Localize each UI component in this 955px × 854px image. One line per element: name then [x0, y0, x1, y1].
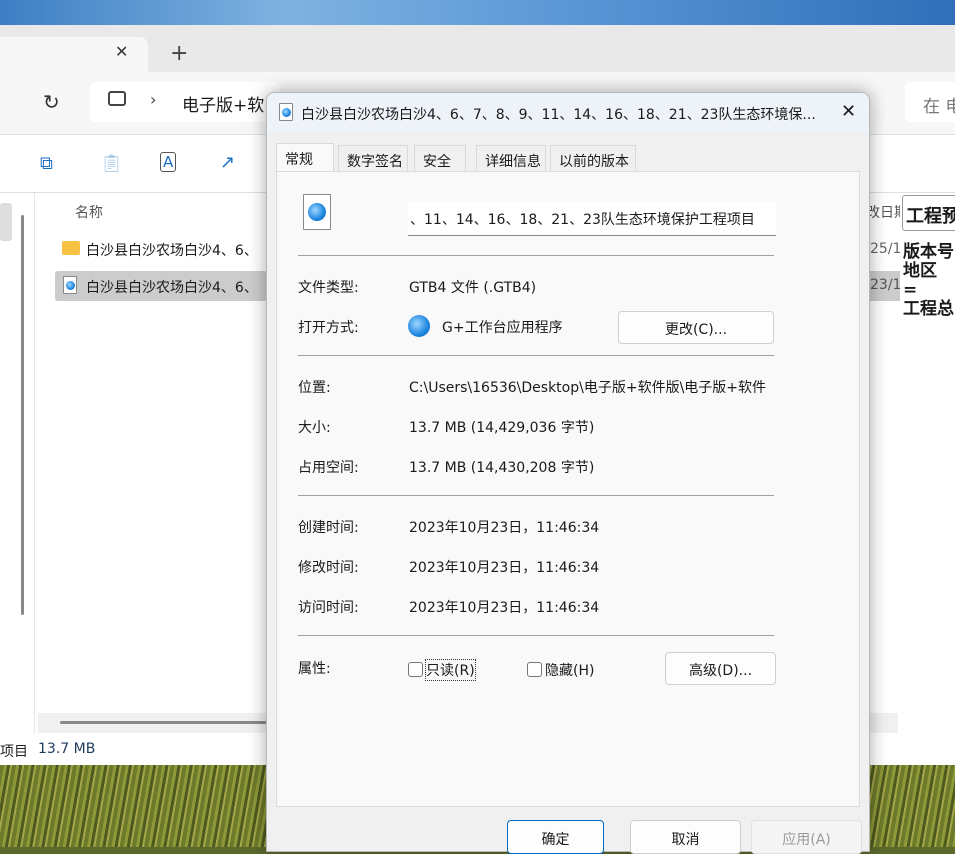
file-date: 25/1	[870, 241, 902, 257]
accessed-label: 访问时间:	[298, 600, 359, 616]
refresh-icon[interactable]: ↻	[43, 90, 60, 114]
size-value: 13.7 MB (14,429,036 字节)	[409, 420, 595, 436]
rename-icon[interactable]: A	[160, 152, 177, 172]
hidden-checkbox[interactable]	[527, 662, 542, 677]
ok-button[interactable]: 确定	[507, 820, 604, 854]
readonly-checkbox[interactable]	[408, 662, 423, 677]
hidden-label[interactable]: 隐藏(H)	[545, 660, 594, 680]
apply-button[interactable]: 应用(A)	[751, 820, 862, 854]
location-label: 位置:	[298, 380, 331, 396]
divider	[298, 255, 774, 256]
file-name: 白沙县白沙农场白沙4、6、	[86, 243, 258, 259]
cancel-button[interactable]: 取消	[630, 820, 741, 854]
modified-value: 2023年10月23日，11:46:34	[409, 560, 600, 576]
dialog-title: 白沙县白沙农场白沙4、6、7、8、9、11、14、16、18、21、23队生态环…	[301, 107, 816, 123]
pane-divider	[34, 193, 35, 733]
dialog-title-bar[interactable]: 白沙县白沙农场白沙4、6、7、8、9、11、14、16、18、21、23队生态环…	[267, 93, 869, 133]
share-icon[interactable]: ↗	[220, 152, 235, 173]
change-button[interactable]: 更改(C)...	[618, 311, 774, 344]
divider	[298, 495, 774, 496]
tab-digital-signature[interactable]: 数字签名	[338, 145, 408, 172]
computer-icon	[108, 91, 126, 106]
size-on-disk-label: 占用空间:	[298, 460, 359, 476]
accessed-value: 2023年10月23日，11:46:34	[409, 600, 600, 616]
breadcrumb-item[interactable]: 电子版+软	[182, 91, 264, 116]
explorer-tab[interactable]: ✕	[0, 37, 148, 73]
nav-pane-selection	[0, 203, 12, 241]
tab-general[interactable]: 常规	[276, 143, 334, 173]
gplus-app-icon	[408, 315, 430, 337]
status-size: 13.7 MB	[38, 741, 96, 757]
tab-previous-versions[interactable]: 以前的版本	[550, 145, 636, 172]
general-panel: 、11、14、16、18、21、23队生态环境保护工程项目 文件类型: GTB4…	[276, 171, 860, 807]
nav-pane-scrollbar[interactable]	[21, 215, 24, 615]
close-tab-icon[interactable]: ✕	[115, 42, 128, 61]
copy-icon[interactable]: ⧉	[40, 153, 53, 174]
file-date: 23/1	[870, 277, 902, 293]
scrollbar-thumb[interactable]	[60, 721, 300, 724]
search-input[interactable]: 在 电	[905, 82, 955, 122]
folder-icon	[62, 241, 80, 255]
readonly-label[interactable]: 只读(R)	[425, 659, 476, 681]
properties-dialog: 白沙县白沙农场白沙4、6、7、8、9、11、14、16、18、21、23队生态环…	[266, 92, 870, 854]
file-name: 白沙县白沙农场白沙4、6、	[86, 280, 258, 296]
created-label: 创建时间:	[298, 520, 359, 536]
preview-content: 版本号 地区 = 工程总	[903, 243, 955, 319]
modified-label: 修改时间:	[298, 560, 359, 576]
column-header-name[interactable]: 名称	[75, 202, 103, 222]
status-items: 项目	[0, 744, 28, 760]
opens-with-label: 打开方式:	[298, 320, 359, 336]
size-on-disk-value: 13.7 MB (14,430,208 字节)	[409, 460, 595, 476]
created-value: 2023年10月23日，11:46:34	[409, 520, 600, 536]
gtb4-file-icon	[279, 103, 293, 121]
new-tab-icon[interactable]: +	[170, 41, 188, 66]
attributes-label: 属性:	[298, 661, 331, 677]
size-label: 大小:	[298, 420, 331, 436]
selected-row-tail: 23/1	[870, 271, 902, 301]
address-bar[interactable]: › 电子版+软	[90, 82, 280, 122]
opens-with-value: G+工作台应用程序	[442, 320, 563, 336]
gtb4-file-icon	[63, 276, 77, 294]
gtb4-file-large-icon	[303, 194, 331, 230]
divider	[298, 355, 774, 356]
preview-line: 地区 =	[903, 261, 937, 300]
file-row-selected[interactable]: 白沙县白沙农场白沙4、6、	[55, 271, 267, 301]
tab-security[interactable]: 安全	[414, 145, 466, 172]
chevron-right-icon: ›	[150, 90, 157, 109]
filename-input[interactable]: 、11、14、16、18、21、23队生态环境保护工程项目	[408, 202, 776, 236]
file-row[interactable]: 白沙县白沙农场白沙4、6、	[55, 235, 267, 263]
desktop-wallpaper-sky	[0, 0, 955, 26]
location-value: C:\Users\16536\Desktop\电子版+软件版\电子版+软件	[409, 380, 767, 396]
column-header-date[interactable]: 改日期	[866, 202, 900, 222]
preview-title: 工程预	[902, 195, 955, 231]
file-type-value: GTB4 文件 (.GTB4)	[409, 280, 537, 296]
advanced-button[interactable]: 高级(D)...	[665, 652, 776, 685]
divider	[298, 635, 774, 636]
tab-bar: ✕ +	[0, 25, 955, 73]
preview-line: 工程总	[903, 299, 954, 319]
paste-icon[interactable]: 📋︎	[100, 153, 123, 174]
preview-line: 版本号	[903, 242, 954, 262]
file-type-label: 文件类型:	[298, 280, 359, 296]
tab-details[interactable]: 详细信息	[476, 145, 546, 172]
close-icon[interactable]: ✕	[841, 101, 856, 122]
